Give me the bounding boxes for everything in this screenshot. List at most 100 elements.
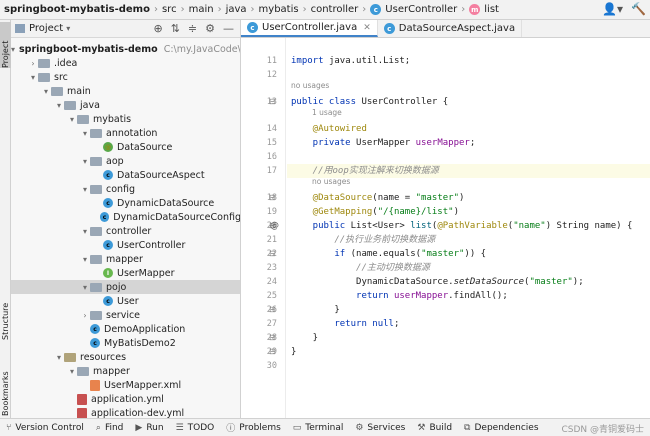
tree-item[interactable]: ▾ mapper (11, 252, 240, 266)
tree-item[interactable]: ▾ annotation (11, 126, 240, 140)
chevron-down-icon[interactable]: ▾ (66, 24, 70, 33)
tab-user-controller[interactable]: c UserController.java ✕ (241, 20, 378, 37)
code-token: setDataSource (453, 277, 525, 287)
tree-item[interactable]: ▾ src (11, 70, 240, 84)
tree-item[interactable]: I UserMapper (11, 266, 240, 280)
chevron-right-icon[interactable]: › (28, 59, 38, 68)
fold-icon[interactable]: ⊟ (269, 345, 276, 359)
tree-item[interactable]: c DataSourceAspect (11, 168, 240, 182)
usage-hint[interactable]: 1 usage (312, 108, 342, 117)
breadcrumb-main[interactable]: main (189, 4, 214, 15)
chevron-down-icon[interactable]: ▾ (80, 283, 90, 292)
tree-item[interactable]: application-dev.yml (11, 406, 240, 418)
usage-hint[interactable]: no usages (312, 177, 350, 186)
fold-icon[interactable]: ⊟ (269, 247, 276, 261)
class-icon: c (103, 170, 113, 180)
chevron-down-icon[interactable]: ▾ (80, 129, 90, 138)
tree-item[interactable]: › .idea (11, 56, 240, 70)
tree-item[interactable]: application.yml (11, 392, 240, 406)
fold-icon[interactable]: ⊟ (269, 303, 276, 317)
tree-item-label: DynamicDataSourceConfig (113, 211, 241, 223)
breadcrumb-controller[interactable]: controller (311, 4, 359, 15)
tree-item[interactable]: ▾ aop (11, 154, 240, 168)
breadcrumb-java[interactable]: java (226, 4, 247, 15)
code-token: public class (291, 97, 362, 107)
code-line: return null; (291, 317, 646, 331)
project-panel-title[interactable]: Project (29, 23, 63, 34)
tree-item[interactable]: ▾ springboot-mybatis-demo C:\my.JavaCode\s… (11, 42, 240, 56)
chevron-down-icon[interactable]: ▾ (80, 185, 90, 194)
fold-icon[interactable]: ⊟ (269, 191, 276, 205)
chevron-down-icon[interactable]: ▾ (54, 101, 64, 110)
bookmarks-tool-tab[interactable]: Bookmarks (0, 350, 11, 416)
tree-item[interactable]: c User (11, 294, 240, 308)
fold-icon[interactable]: ⊟ (269, 95, 276, 109)
hammer-icon[interactable]: 🔨 (631, 2, 646, 16)
tree-item[interactable]: ▾ config (11, 182, 240, 196)
chevron-down-icon[interactable]: ▾ (80, 157, 90, 166)
chevron-down-icon[interactable]: ▾ (80, 255, 90, 264)
tab-datasource-aspect[interactable]: c DataSourceAspect.java (378, 20, 523, 37)
chevron-right-icon[interactable]: › (80, 311, 90, 320)
tree-item-label: DataSourceAspect (117, 169, 205, 181)
bottom-tool-find[interactable]: ⌕ Find (96, 423, 124, 433)
terminal-icon: ▭ (292, 422, 302, 433)
chevron-down-icon[interactable]: ▾ (67, 115, 77, 124)
bottom-tool-build[interactable]: ⚒ Build (417, 423, 452, 433)
breadcrumb-method[interactable]: m list (469, 4, 499, 15)
bottom-tool-run[interactable]: ▶ Run (135, 423, 163, 433)
tree-item[interactable]: c DemoApplication (11, 322, 240, 336)
tree-item[interactable]: c DynamicDataSource (11, 196, 240, 210)
tree-item[interactable]: ▾ mybatis (11, 112, 240, 126)
chevron-down-icon[interactable]: ▾ (67, 367, 77, 376)
gear-icon[interactable]: ⚙ (205, 22, 215, 35)
line-number: 17 (266, 166, 277, 176)
tree-item[interactable]: › service (11, 308, 240, 322)
tree-item[interactable]: ▾ main (11, 84, 240, 98)
chevron-down-icon[interactable]: ▾ (41, 87, 51, 96)
usage-hint[interactable]: no usages (291, 81, 329, 90)
tree-item[interactable]: UserMapper.xml (11, 378, 240, 392)
structure-tool-tab[interactable]: Structure (0, 268, 11, 340)
chevron-down-icon[interactable]: ▾ (11, 45, 15, 54)
tree-item[interactable]: ▾ resources (11, 350, 240, 364)
bottom-tool-todo[interactable]: ☰ TODO (176, 423, 215, 433)
collapse-all-icon[interactable]: ⇅ (171, 22, 180, 35)
tree-item[interactable]: ▾ mapper (11, 364, 240, 378)
minimize-icon[interactable]: — (223, 22, 234, 35)
code-token: userMapper (415, 138, 470, 148)
breadcrumb-src[interactable]: src (162, 4, 177, 15)
bottom-tool-label: Find (104, 422, 124, 433)
breadcrumb-class[interactable]: c UserController (370, 4, 457, 15)
breadcrumb-mybatis[interactable]: mybatis (259, 4, 299, 15)
tree-item[interactable]: ▾ pojo (11, 280, 240, 294)
bottom-tool-services[interactable]: ⚙ Services (355, 423, 405, 433)
hammer-icon: ⚒ (417, 422, 426, 433)
endpoint-icon[interactable]: @ (270, 219, 279, 233)
chevron-down-icon[interactable]: ▾ (28, 73, 38, 82)
tree-item[interactable]: ▾ controller (11, 224, 240, 238)
method-icon: m (469, 4, 481, 15)
tree-item[interactable]: c MyBatisDemo2 (11, 336, 240, 350)
bottom-tool-dependencies[interactable]: ⧉ Dependencies (464, 423, 539, 433)
tree-item-label: springboot-mybatis-demo (19, 43, 158, 55)
code-editor[interactable]: 11 12 13 ⊟ 14 15 16 17 18 ⊟ 19 20 ⊟ 21 22 ⊟ 23 24 25 26 ⊟ 27 2… (241, 38, 650, 418)
chevron-down-icon[interactable]: ▾ (54, 353, 64, 362)
expand-all-icon[interactable]: ≑ (188, 22, 197, 35)
user-icon[interactable]: 👤▾ (602, 2, 623, 16)
bottom-tool-problems[interactable]: ⓘ Problems (226, 421, 281, 435)
bottom-tool-version-control[interactable]: ⑂ Version Control (6, 423, 84, 433)
project-tool-tab[interactable]: Project (0, 22, 11, 68)
code-token: ; (469, 138, 476, 148)
tree-item[interactable]: c DynamicDataSourceConfig (11, 210, 241, 224)
fold-icon[interactable]: ⊟ (269, 331, 276, 345)
tree-item-label: service (106, 309, 141, 321)
tree-item[interactable]: c UserController (11, 238, 240, 252)
chevron-down-icon[interactable]: ▾ (80, 227, 90, 236)
tree-item[interactable]: ▾ java (11, 98, 240, 112)
tree-item[interactable]: @ DataSource (11, 140, 240, 154)
locate-icon[interactable]: ⊕ (153, 22, 162, 35)
close-icon[interactable]: ✕ (363, 23, 371, 33)
breadcrumb-project[interactable]: springboot-mybatis-demo (4, 4, 150, 15)
bottom-tool-terminal[interactable]: ▭ Terminal (293, 423, 344, 433)
